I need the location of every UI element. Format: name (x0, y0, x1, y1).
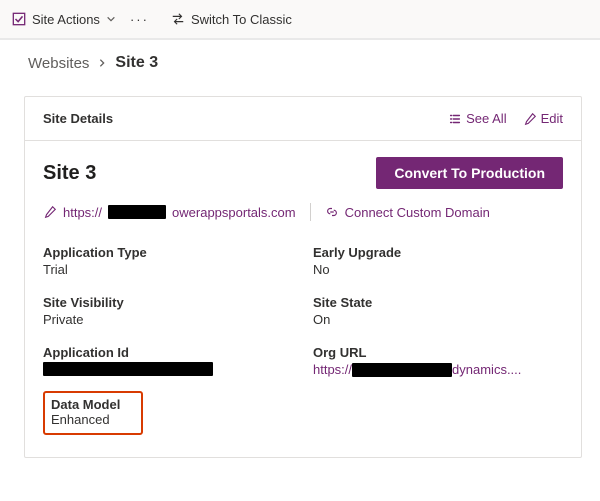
field-value: Private (43, 312, 293, 327)
field-site-state: Site State On (313, 295, 563, 327)
card-title: Site Details (43, 111, 113, 126)
pencil-icon (523, 112, 537, 126)
url-redacted (108, 205, 166, 219)
field-label: Site Visibility (43, 295, 293, 310)
field-label: Application Id (43, 345, 293, 360)
breadcrumb-current: Site 3 (115, 54, 158, 72)
convert-to-production-button[interactable]: Convert To Production (376, 157, 563, 189)
field-value: Enhanced (51, 412, 133, 427)
more-actions-button[interactable]: ··· (130, 12, 149, 27)
edit-label: Edit (541, 111, 563, 126)
field-early-upgrade: Early Upgrade No (313, 245, 563, 277)
checkbox-icon (12, 12, 26, 26)
breadcrumb-root[interactable]: Websites (28, 55, 89, 72)
vertical-divider (310, 203, 311, 221)
breadcrumb: Websites Site 3 (0, 40, 600, 82)
see-all-button[interactable]: See All (448, 111, 506, 126)
link-icon (325, 205, 339, 219)
field-label: Application Type (43, 245, 293, 260)
field-application-type: Application Type Trial (43, 245, 293, 277)
pencil-icon (43, 205, 57, 219)
chevron-down-icon (106, 14, 116, 24)
site-actions-label: Site Actions (32, 12, 100, 27)
edit-button[interactable]: Edit (523, 111, 563, 126)
field-label: Site State (313, 295, 563, 310)
card-body: Site 3 Convert To Production https:// ow… (25, 141, 581, 457)
field-value: Trial (43, 262, 293, 277)
connect-domain-label: Connect Custom Domain (345, 205, 490, 220)
field-label: Data Model (51, 397, 133, 412)
url-suffix: owerappsportals.com (172, 205, 296, 220)
card-actions: See All Edit (448, 111, 563, 126)
toolbar: Site Actions ··· Switch To Classic (0, 0, 600, 40)
application-id-redacted (43, 362, 213, 376)
org-url-suffix: dynamics.... (452, 362, 521, 377)
org-url-prefix: https:// (313, 362, 352, 377)
card-header: Site Details See All Edit (25, 97, 581, 141)
switch-to-classic-button[interactable]: Switch To Classic (171, 12, 292, 27)
site-name-heading: Site 3 (43, 162, 96, 185)
switch-arrows-icon (171, 12, 185, 26)
card-top-row: Site 3 Convert To Production (43, 157, 563, 189)
field-application-id: Application Id (43, 345, 293, 377)
details-grid: Application Type Trial Early Upgrade No … (43, 245, 563, 377)
switch-to-classic-label: Switch To Classic (191, 12, 292, 27)
url-prefix: https:// (63, 205, 102, 220)
field-label: Early Upgrade (313, 245, 563, 260)
chevron-right-icon (97, 58, 107, 68)
field-site-visibility: Site Visibility Private (43, 295, 293, 327)
org-url-link[interactable]: https:// dynamics.... (313, 362, 563, 377)
list-icon (448, 112, 462, 126)
site-actions-menu[interactable]: Site Actions (12, 12, 116, 27)
site-details-card: Site Details See All Edit Site 3 Convert… (24, 96, 582, 458)
field-org-url: Org URL https:// dynamics.... (313, 345, 563, 377)
field-value: No (313, 262, 563, 277)
connect-custom-domain-link[interactable]: Connect Custom Domain (325, 205, 490, 220)
site-url-link[interactable]: https:// owerappsportals.com (43, 205, 296, 220)
links-row: https:// owerappsportals.com Connect Cus… (43, 203, 563, 221)
field-data-model-highlight: Data Model Enhanced (43, 391, 143, 435)
field-label: Org URL (313, 345, 563, 360)
field-value: On (313, 312, 563, 327)
org-url-redacted (352, 363, 452, 377)
see-all-label: See All (466, 111, 506, 126)
